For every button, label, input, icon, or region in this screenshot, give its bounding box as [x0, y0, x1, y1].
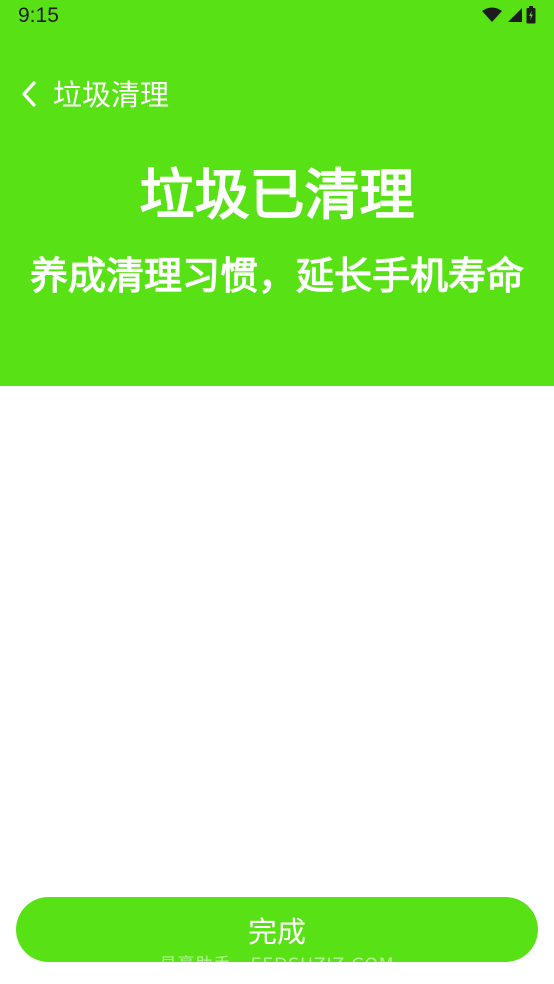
back-button[interactable] — [14, 78, 44, 110]
status-time: 9:15 — [18, 4, 59, 27]
signal-icon — [508, 8, 522, 22]
done-button[interactable]: 完成 — [16, 897, 538, 962]
toolbar: 垃圾清理 — [0, 70, 554, 120]
result-headline: 垃圾已清理 — [139, 163, 415, 227]
battery-icon — [526, 6, 536, 24]
result-header: 9:15 垃圾清理 垃圾已清理 养成清理习惯，延长手机寿命 — [0, 0, 554, 386]
status-icons — [482, 6, 536, 24]
result-subline: 养成清理习惯，延长手机寿命 — [29, 254, 524, 298]
page-title: 垃圾清理 — [53, 78, 170, 112]
wifi-icon — [482, 7, 502, 22]
content-area — [0, 386, 554, 886]
chevron-left-icon — [22, 81, 36, 107]
status-bar: 9:15 — [0, 0, 554, 34]
